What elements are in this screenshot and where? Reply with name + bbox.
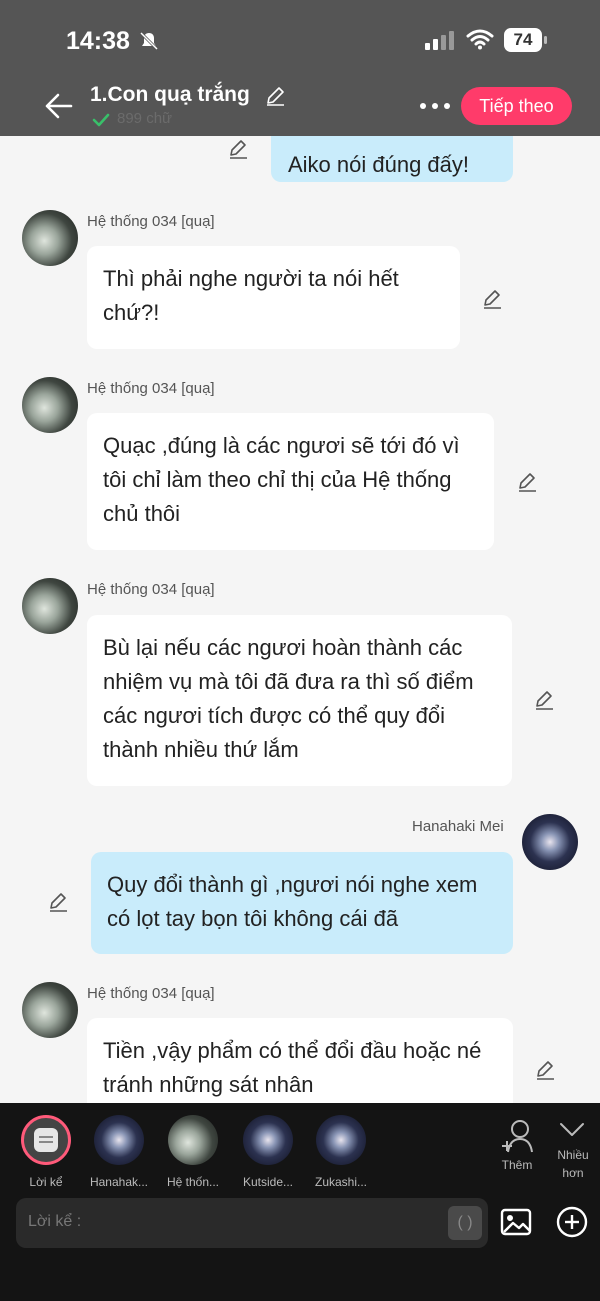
sender-name: Hệ thống 034 [quạ] bbox=[87, 213, 215, 230]
sender-name: Hệ thống 034 [quạ] bbox=[87, 581, 215, 598]
avatar bbox=[168, 1115, 218, 1165]
battery-level: 74 bbox=[504, 28, 542, 52]
status-bar: 14:38 74 bbox=[0, 0, 600, 80]
chat-area[interactable]: Aiko nói đúng đấy! Hệ thống 034 [quạ] Th… bbox=[0, 136, 600, 1103]
message-bubble[interactable]: Tiền ,vậy phẩm có thể đổi đầu hoặc né tr… bbox=[87, 1018, 513, 1103]
more-label[interactable]: Nhiều hơn bbox=[550, 1146, 596, 1182]
narrator-icon bbox=[21, 1115, 71, 1165]
next-button[interactable]: Tiếp theo bbox=[461, 87, 572, 125]
edit-message-icon[interactable] bbox=[47, 891, 69, 913]
edit-message-icon[interactable] bbox=[534, 1059, 556, 1081]
more-options-icon[interactable] bbox=[418, 96, 452, 116]
wifi-icon bbox=[466, 29, 494, 50]
avatar bbox=[243, 1115, 293, 1165]
avatar[interactable] bbox=[22, 377, 78, 433]
add-character-label[interactable]: Thêm bbox=[496, 1158, 538, 1172]
sender-name: Hanahaki Mei bbox=[412, 818, 504, 835]
image-icon[interactable] bbox=[500, 1208, 532, 1236]
add-character-icon[interactable] bbox=[500, 1118, 536, 1154]
chevron-down-icon[interactable] bbox=[558, 1118, 586, 1140]
edit-message-icon[interactable] bbox=[481, 288, 503, 310]
page-title[interactable]: 1.Con quạ trắng bbox=[90, 83, 250, 107]
message-bubble[interactable]: Quy đổi thành gì ,ngươi nói nghe xem có … bbox=[91, 852, 513, 954]
message-bubble[interactable]: Quạc ,đúng là các ngươi sẽ tới đó vì tôi… bbox=[87, 413, 494, 550]
character-label: Hệ thốn... bbox=[166, 1175, 220, 1189]
character-label: Lời kể bbox=[29, 1175, 63, 1189]
message-bubble[interactable]: Thì phải nghe người ta nói hết chứ?! bbox=[87, 246, 460, 349]
avatar[interactable] bbox=[22, 578, 78, 634]
character-label: Hanahak... bbox=[89, 1175, 149, 1189]
edit-message-icon[interactable] bbox=[533, 689, 555, 711]
message-input[interactable]: Lời kể : ( ) bbox=[16, 1198, 488, 1248]
bracket-button[interactable]: ( ) bbox=[448, 1206, 482, 1240]
back-arrow-icon[interactable] bbox=[44, 92, 74, 120]
character-item[interactable]: Zukashi... bbox=[313, 1115, 369, 1189]
character-item[interactable]: Kutside... bbox=[240, 1115, 296, 1189]
input-placeholder: Lời kể : bbox=[28, 1213, 82, 1230]
edit-message-icon[interactable] bbox=[227, 138, 249, 160]
signal-icon bbox=[425, 31, 454, 50]
check-icon bbox=[92, 113, 110, 127]
message-bubble[interactable]: Aiko nói đúng đấy! bbox=[271, 136, 513, 182]
bell-muted-icon bbox=[139, 31, 159, 51]
sender-name: Hệ thống 034 [quạ] bbox=[87, 380, 215, 397]
avatar[interactable] bbox=[22, 210, 78, 266]
character-label: Zukashi... bbox=[314, 1175, 368, 1189]
edit-message-icon[interactable] bbox=[516, 471, 538, 493]
character-label: Kutside... bbox=[242, 1175, 294, 1189]
header: 14:38 74 1.Con quạ trắng 899 chữ Tiếp th… bbox=[0, 0, 600, 136]
plus-icon[interactable] bbox=[556, 1206, 588, 1238]
avatar bbox=[316, 1115, 366, 1165]
sender-name: Hệ thống 034 [quạ] bbox=[87, 985, 215, 1002]
edit-title-icon[interactable] bbox=[264, 85, 286, 107]
character-narrator[interactable]: Lời kể bbox=[18, 1115, 74, 1189]
avatar bbox=[94, 1115, 144, 1165]
battery-icon: 74 bbox=[504, 28, 548, 52]
word-count: 899 chữ bbox=[117, 110, 173, 127]
avatar[interactable] bbox=[22, 982, 78, 1038]
avatar[interactable] bbox=[522, 814, 578, 870]
message-bubble[interactable]: Bù lại nếu các ngươi hoàn thành các nhiệ… bbox=[87, 615, 512, 786]
character-item[interactable]: Hệ thốn... bbox=[165, 1115, 221, 1189]
status-time: 14:38 bbox=[66, 27, 130, 55]
character-item[interactable]: Hanahak... bbox=[90, 1115, 148, 1189]
